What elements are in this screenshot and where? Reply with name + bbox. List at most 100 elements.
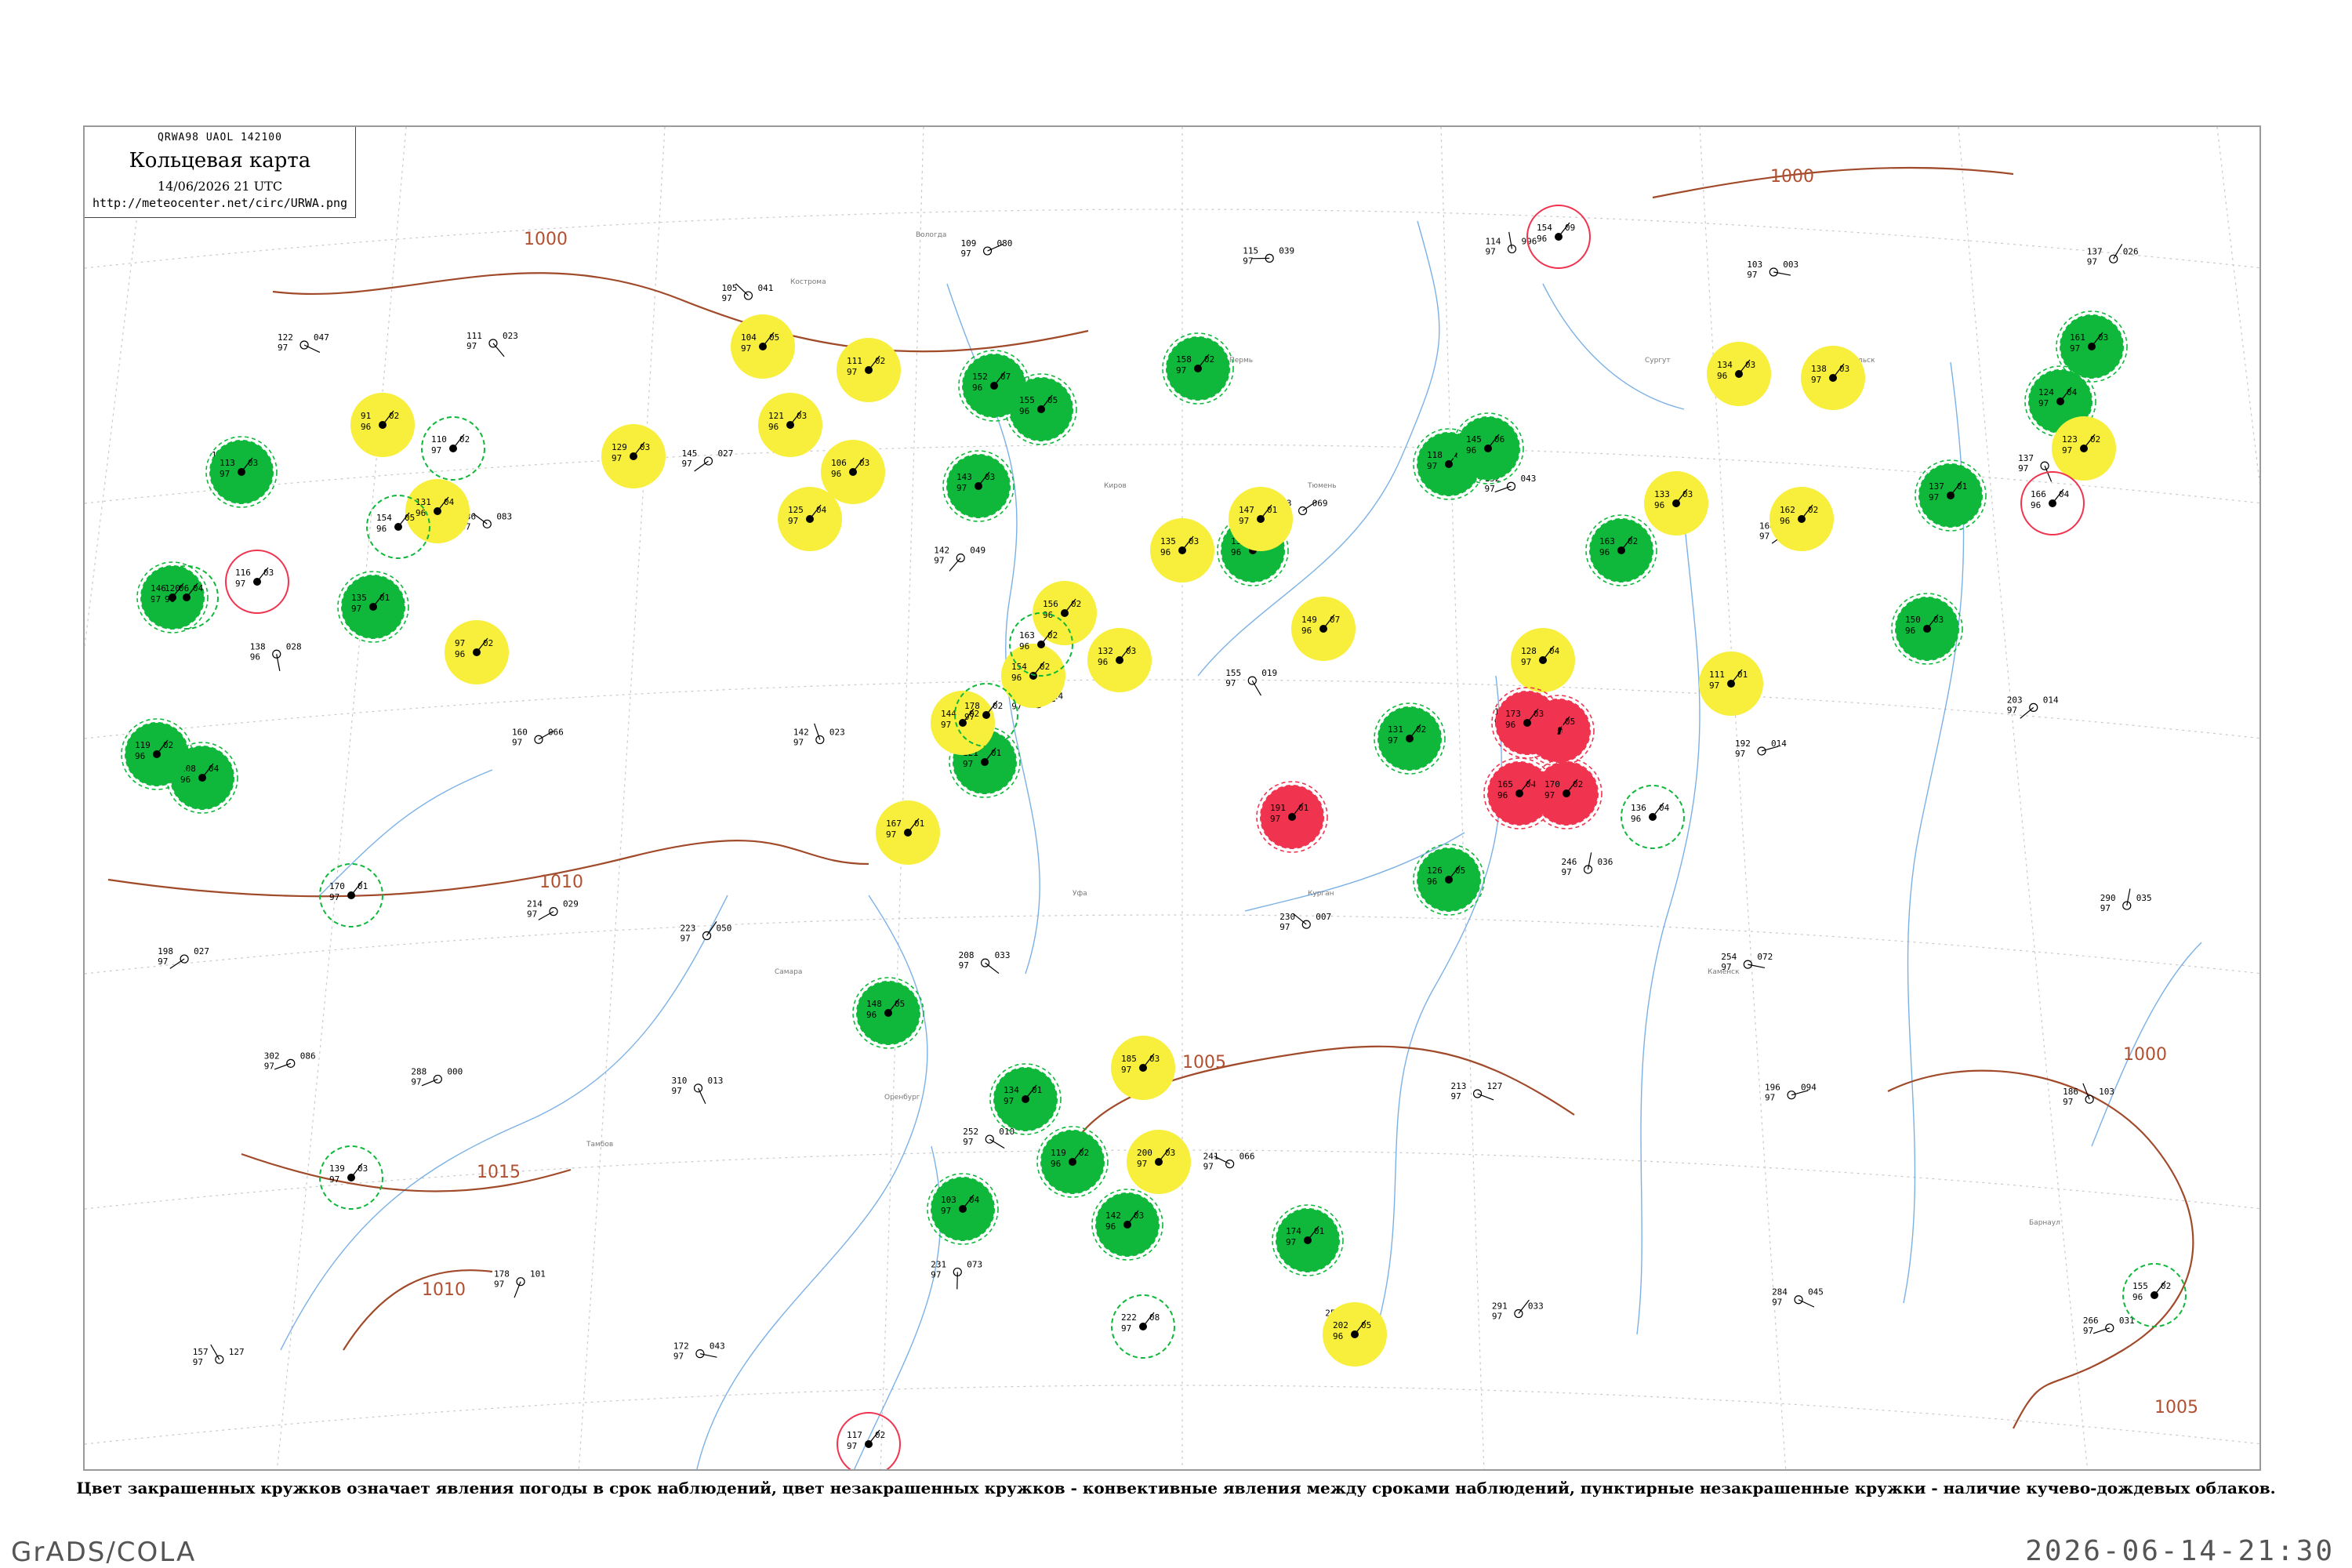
station-pressure: 010 (999, 1127, 1014, 1137)
station-dew: 97 (886, 829, 896, 840)
station-dew: 97 (1176, 365, 1186, 376)
station-pressure: 073 (967, 1259, 982, 1269)
place-name: Курган (1308, 890, 1334, 898)
station-pressure: 02 (1628, 536, 1638, 546)
weather-circle: 13496 03 (1707, 342, 1771, 406)
station-temp: 139 (329, 1163, 345, 1174)
river-line (2091, 942, 2202, 1147)
station-pressure: 047 (314, 332, 329, 343)
station-pressure: 02 (1416, 724, 1426, 735)
station-dew: 97 (964, 712, 975, 722)
station-plot: 29097 035 (2100, 888, 2152, 913)
isobar-label: 1015 (477, 1163, 521, 1182)
station-pressure: 01 (1314, 1226, 1324, 1236)
station-temp: 113 (220, 458, 235, 468)
weather-circle: 10696 03 (821, 440, 885, 504)
station-pressure: 02 (875, 356, 885, 366)
station-plot: 17297 043 (673, 1341, 725, 1362)
station-temp: 104 (741, 332, 757, 343)
source-url[interactable]: http://meteocenter.net/circ/URWA.png (85, 196, 355, 210)
station-temp: 128 (1521, 646, 1537, 656)
station-pressure: 027 (194, 946, 209, 956)
footer-software: GrADS/COLA (11, 1537, 197, 1568)
station-temp: 154 (1537, 223, 1552, 233)
station-pressure: 127 (229, 1347, 245, 1357)
parallel-line (85, 1385, 2259, 1445)
station-dew: 97 (934, 556, 944, 566)
station-pressure: 01 (914, 818, 924, 829)
station-temp: 290 (2100, 893, 2116, 903)
station-temp: 160 (512, 727, 528, 737)
station-dew: 97 (793, 738, 804, 748)
station-temp: 291 (1492, 1301, 1508, 1311)
isobar-label: 1000 (1770, 167, 1814, 187)
station-dew: 96 (831, 469, 841, 479)
station-pressure: 050 (717, 923, 732, 933)
station-dew: 97 (1747, 270, 1757, 280)
station-plot: 25497 072 (1721, 952, 1773, 972)
weather-circle: 19197 01 (1256, 781, 1328, 853)
station-dew: 97 (512, 737, 522, 747)
place-name: Вологда (916, 231, 946, 239)
isobar-label: 1005 (2154, 1398, 2198, 1417)
station-dew: 97 (1388, 735, 1398, 746)
weather-circle: 14397 03 (942, 450, 1014, 522)
station-temp: 310 (672, 1076, 688, 1086)
station-pressure: 103 (2099, 1087, 2114, 1097)
river-line (319, 769, 493, 896)
station-dew: 96 (1717, 371, 1727, 381)
station-dew: 97 (2083, 1326, 2093, 1336)
station-dew: 96 (1019, 641, 1029, 652)
parallel-line (85, 209, 2259, 269)
station-dew: 97 (2063, 1097, 2073, 1107)
station-dew: 96 (1427, 877, 1437, 887)
station-temp: 97 (455, 638, 465, 648)
station-temp: 124 (2038, 387, 2054, 397)
wind-barb (2020, 706, 2034, 719)
station-temp: 157 (193, 1347, 209, 1357)
station-temp: 121 (768, 411, 784, 421)
station-temp: 170 (329, 881, 345, 891)
station-temp: 111 (1709, 670, 1725, 680)
station-pressure: 02 (1204, 354, 1214, 365)
station-plot: 19697 094 (1765, 1083, 1817, 1103)
weather-circle: 9796 02 (445, 620, 509, 684)
station-pressure: 03 (1745, 360, 1755, 370)
station-pressure: 08 (1149, 1312, 1160, 1323)
station-dew: 97 (527, 909, 537, 920)
station-pressure: 026 (2123, 246, 2139, 256)
station-temp: 165 (1497, 779, 1513, 789)
station-dew: 97 (1772, 1298, 1782, 1308)
weather-circle: 1449702 (931, 691, 995, 755)
station-temp: 133 (1654, 489, 1670, 499)
station-plot: 28497 045 (1772, 1287, 1824, 1308)
weather-circle: 12696 05 (1413, 844, 1485, 916)
station-temp: 115 (1243, 245, 1258, 256)
weather-circle: 13396 03 (1644, 471, 1708, 535)
station-dew: 97 (220, 469, 230, 479)
station-dew: 97 (1286, 1237, 1296, 1247)
place-name: Самара (775, 968, 802, 976)
isobar-line (241, 1152, 572, 1192)
station-dew: 97 (1492, 1311, 1502, 1321)
station-pressure: 03 (248, 458, 258, 468)
weather-circle: 16696 04 (2020, 471, 2085, 535)
weather-circle: 12196 03 (758, 393, 822, 457)
station-temp: 203 (2007, 695, 2023, 705)
station-pressure: 023 (503, 331, 518, 341)
station-pressure: 014 (1771, 739, 1787, 749)
station-temp: 119 (135, 740, 151, 750)
wind-barb (2113, 243, 2123, 260)
station-dew: 96 (1905, 626, 1915, 636)
station-pressure: 086 (300, 1051, 316, 1061)
meridian-line (1699, 127, 1787, 1469)
wind-barb (735, 283, 749, 296)
station-pressure: 014 (2043, 695, 2059, 705)
station-dew: 97 (961, 249, 971, 259)
weather-circle: 14296 03 (1091, 1189, 1163, 1261)
station-pressure: 003 (1783, 260, 1798, 270)
wind-barb (949, 557, 961, 572)
station-temp: 138 (250, 641, 266, 652)
station-pressure: 04 (969, 1195, 980, 1205)
station-temp: 208 (959, 950, 975, 960)
